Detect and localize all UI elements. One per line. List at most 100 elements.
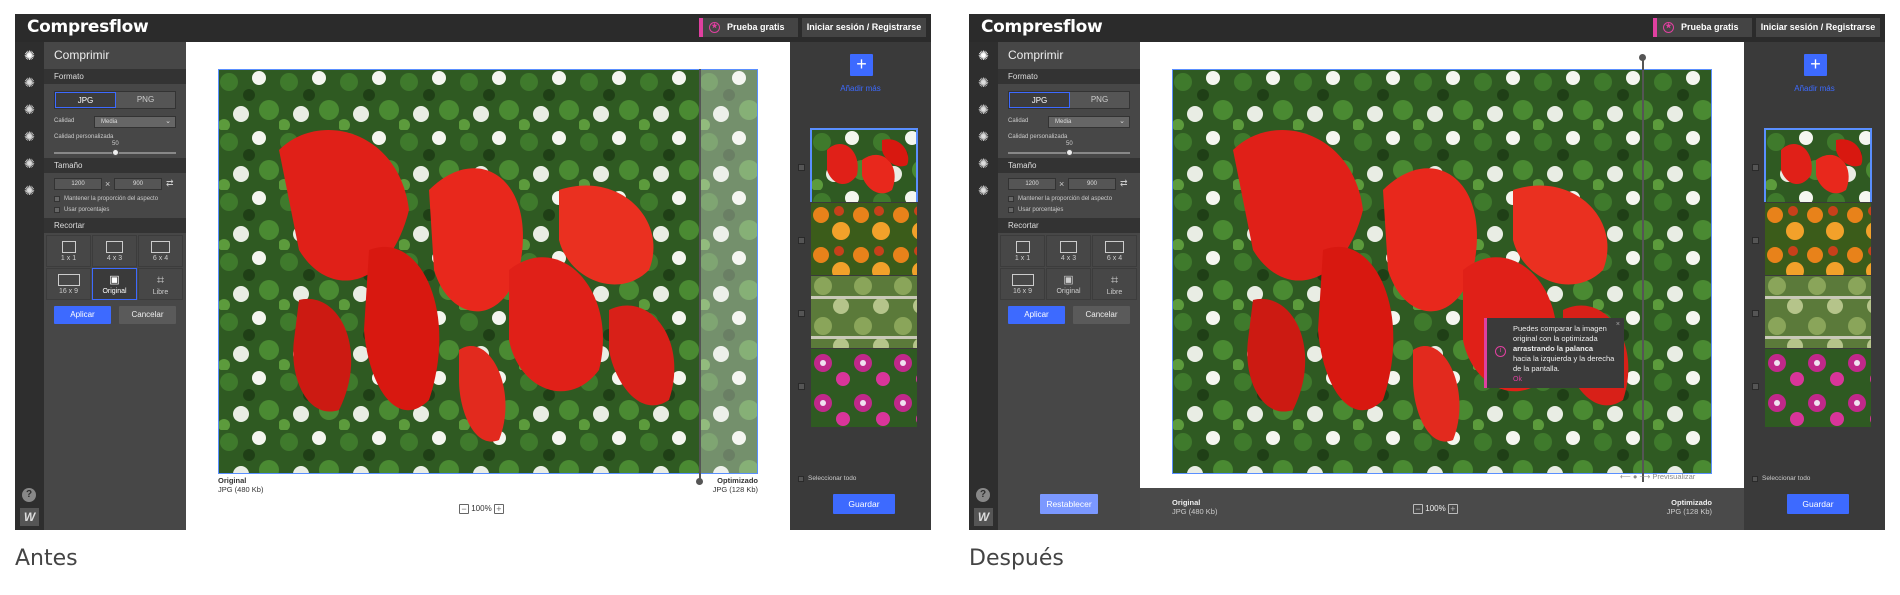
thumbnail-4[interactable] bbox=[1764, 348, 1872, 428]
apply-button[interactable]: Aplicar bbox=[1008, 306, 1065, 324]
settings-icon[interactable]: ✺ bbox=[22, 183, 37, 198]
cancel-button[interactable]: Cancelar bbox=[119, 306, 176, 324]
thumbnail-3[interactable] bbox=[810, 275, 918, 355]
close-icon[interactable]: × bbox=[1616, 320, 1620, 330]
w-logo-icon[interactable]: W bbox=[20, 508, 39, 526]
height-field[interactable]: 900 bbox=[114, 178, 162, 190]
thumb-checkbox[interactable] bbox=[798, 310, 805, 317]
add-more-label[interactable]: Añadir más bbox=[1744, 84, 1885, 93]
settings-icon[interactable]: ✺ bbox=[976, 75, 991, 90]
thumb-checkbox[interactable] bbox=[1752, 237, 1759, 244]
help-icon[interactable]: ? bbox=[22, 488, 36, 502]
thumbnail-2[interactable] bbox=[810, 202, 918, 282]
save-button[interactable]: Guardar bbox=[833, 494, 895, 514]
thumbnail-3[interactable] bbox=[1764, 275, 1872, 355]
slider-knob[interactable] bbox=[1066, 149, 1073, 156]
format-jpg[interactable]: JPG bbox=[55, 92, 116, 108]
checkbox[interactable] bbox=[54, 207, 60, 213]
thumb-checkbox[interactable] bbox=[798, 383, 805, 390]
crop-free[interactable]: ⌗ Libre bbox=[1092, 268, 1137, 300]
checkbox[interactable] bbox=[1008, 207, 1014, 213]
crop-1x1[interactable]: 1 x 1 bbox=[1000, 235, 1045, 267]
settings-icon[interactable]: ✺ bbox=[22, 48, 37, 63]
apply-button[interactable]: Aplicar bbox=[54, 306, 111, 324]
trial-button[interactable]: ★ Prueba gratis bbox=[699, 18, 798, 37]
thumbnail-1[interactable] bbox=[1764, 128, 1872, 208]
crop-original[interactable]: ▣ Original bbox=[1046, 268, 1091, 300]
crop-4x3[interactable]: 4 x 3 bbox=[1046, 235, 1091, 267]
help-icon[interactable]: ? bbox=[976, 488, 990, 502]
crop-4x3[interactable]: 4 x 3 bbox=[92, 235, 137, 267]
use-percent-checkbox[interactable]: Usar porcentajes bbox=[54, 206, 109, 214]
checkbox[interactable] bbox=[1008, 196, 1014, 202]
format-jpg[interactable]: JPG bbox=[1009, 92, 1070, 108]
thumb-checkbox[interactable] bbox=[798, 164, 805, 171]
thumb-checkbox[interactable] bbox=[1752, 310, 1759, 317]
plus-icon[interactable]: + bbox=[850, 54, 873, 76]
width-field[interactable]: 1200 bbox=[1008, 178, 1056, 190]
quality-select[interactable]: Media ⌄ bbox=[1048, 116, 1130, 128]
tooltip-ok[interactable]: Ok bbox=[1513, 376, 1522, 383]
checkbox[interactable] bbox=[798, 476, 804, 482]
thumbnail-4[interactable] bbox=[810, 348, 918, 428]
thumbnail-2[interactable] bbox=[1764, 202, 1872, 282]
login-button[interactable]: Iniciar sesión / Registrarse bbox=[1756, 18, 1880, 37]
thumb-checkbox[interactable] bbox=[798, 237, 805, 244]
w-logo-icon[interactable]: W bbox=[974, 508, 993, 526]
keep-ratio-checkbox[interactable]: Mantener la proporción del aspecto bbox=[1008, 195, 1112, 203]
zoom-in-icon[interactable]: + bbox=[493, 504, 504, 514]
reset-button[interactable]: Restablecer bbox=[1040, 494, 1098, 514]
crop-original[interactable]: ▣ Original bbox=[92, 268, 137, 300]
select-all-checkbox[interactable]: Seleccionar todo bbox=[798, 475, 856, 482]
comparison-handle[interactable] bbox=[699, 69, 701, 482]
settings-icon[interactable]: ✺ bbox=[976, 156, 991, 171]
swap-icon[interactable]: ⇄ bbox=[166, 178, 174, 189]
plus-icon[interactable]: + bbox=[1804, 54, 1827, 76]
crop-6x4[interactable]: 6 x 4 bbox=[138, 235, 183, 267]
quality-slider[interactable] bbox=[1008, 149, 1130, 156]
comparison-handle-knob[interactable] bbox=[696, 478, 703, 485]
checkbox[interactable] bbox=[54, 196, 60, 202]
login-button[interactable]: Iniciar sesión / Registrarse bbox=[802, 18, 926, 37]
comparison-handle-top[interactable] bbox=[1639, 54, 1646, 61]
swap-icon[interactable]: ⇄ bbox=[1120, 178, 1128, 189]
settings-icon[interactable]: ✺ bbox=[22, 156, 37, 171]
keep-ratio-checkbox[interactable]: Mantener la proporción del aspecto bbox=[54, 195, 158, 203]
zoom-out-icon[interactable]: − bbox=[1413, 504, 1423, 514]
save-button[interactable]: Guardar bbox=[1787, 494, 1849, 514]
width-field[interactable]: 1200 bbox=[54, 178, 102, 190]
settings-icon[interactable]: ✺ bbox=[976, 129, 991, 144]
quality-select[interactable]: Media ⌄ bbox=[94, 116, 176, 128]
settings-icon[interactable]: ✺ bbox=[976, 102, 991, 117]
crop-label: Original bbox=[102, 288, 127, 295]
thumbnail-1[interactable] bbox=[810, 128, 918, 208]
app-window-after: Compresflow ★ Prueba gratis Iniciar sesió… bbox=[969, 14, 1885, 530]
format-png[interactable]: PNG bbox=[1070, 92, 1129, 108]
preview-control[interactable]: ⟵ ● ⟶ Previsualizar bbox=[1620, 472, 1695, 481]
add-more-label[interactable]: Añadir más bbox=[790, 84, 931, 93]
slider-knob[interactable] bbox=[112, 149, 119, 156]
comparison-handle[interactable] bbox=[1642, 57, 1644, 482]
thumb-checkbox[interactable] bbox=[1752, 164, 1759, 171]
format-png[interactable]: PNG bbox=[116, 92, 175, 108]
zoom-in-icon[interactable]: + bbox=[1447, 504, 1458, 514]
settings-icon[interactable]: ✺ bbox=[976, 183, 991, 198]
checkbox[interactable] bbox=[1752, 476, 1758, 482]
use-percent-checkbox[interactable]: Usar porcentajes bbox=[1008, 206, 1063, 214]
settings-icon[interactable]: ✺ bbox=[22, 129, 37, 144]
select-all-checkbox[interactable]: Seleccionar todo bbox=[1752, 475, 1810, 482]
crop-1x1[interactable]: 1 x 1 bbox=[46, 235, 91, 267]
settings-icon[interactable]: ✺ bbox=[22, 102, 37, 117]
trial-button[interactable]: ★ Prueba gratis bbox=[1653, 18, 1752, 37]
crop-6x4[interactable]: 6 x 4 bbox=[1092, 235, 1137, 267]
crop-16x9[interactable]: 16 x 9 bbox=[46, 268, 91, 300]
settings-icon[interactable]: ✺ bbox=[22, 75, 37, 90]
thumb-checkbox[interactable] bbox=[1752, 383, 1759, 390]
quality-slider[interactable] bbox=[54, 149, 176, 156]
settings-icon[interactable]: ✺ bbox=[976, 48, 991, 63]
zoom-out-icon[interactable]: − bbox=[459, 504, 469, 514]
crop-free[interactable]: ⌗ Libre bbox=[138, 268, 183, 300]
crop-16x9[interactable]: 16 x 9 bbox=[1000, 268, 1045, 300]
cancel-button[interactable]: Cancelar bbox=[1073, 306, 1130, 324]
height-field[interactable]: 900 bbox=[1068, 178, 1116, 190]
